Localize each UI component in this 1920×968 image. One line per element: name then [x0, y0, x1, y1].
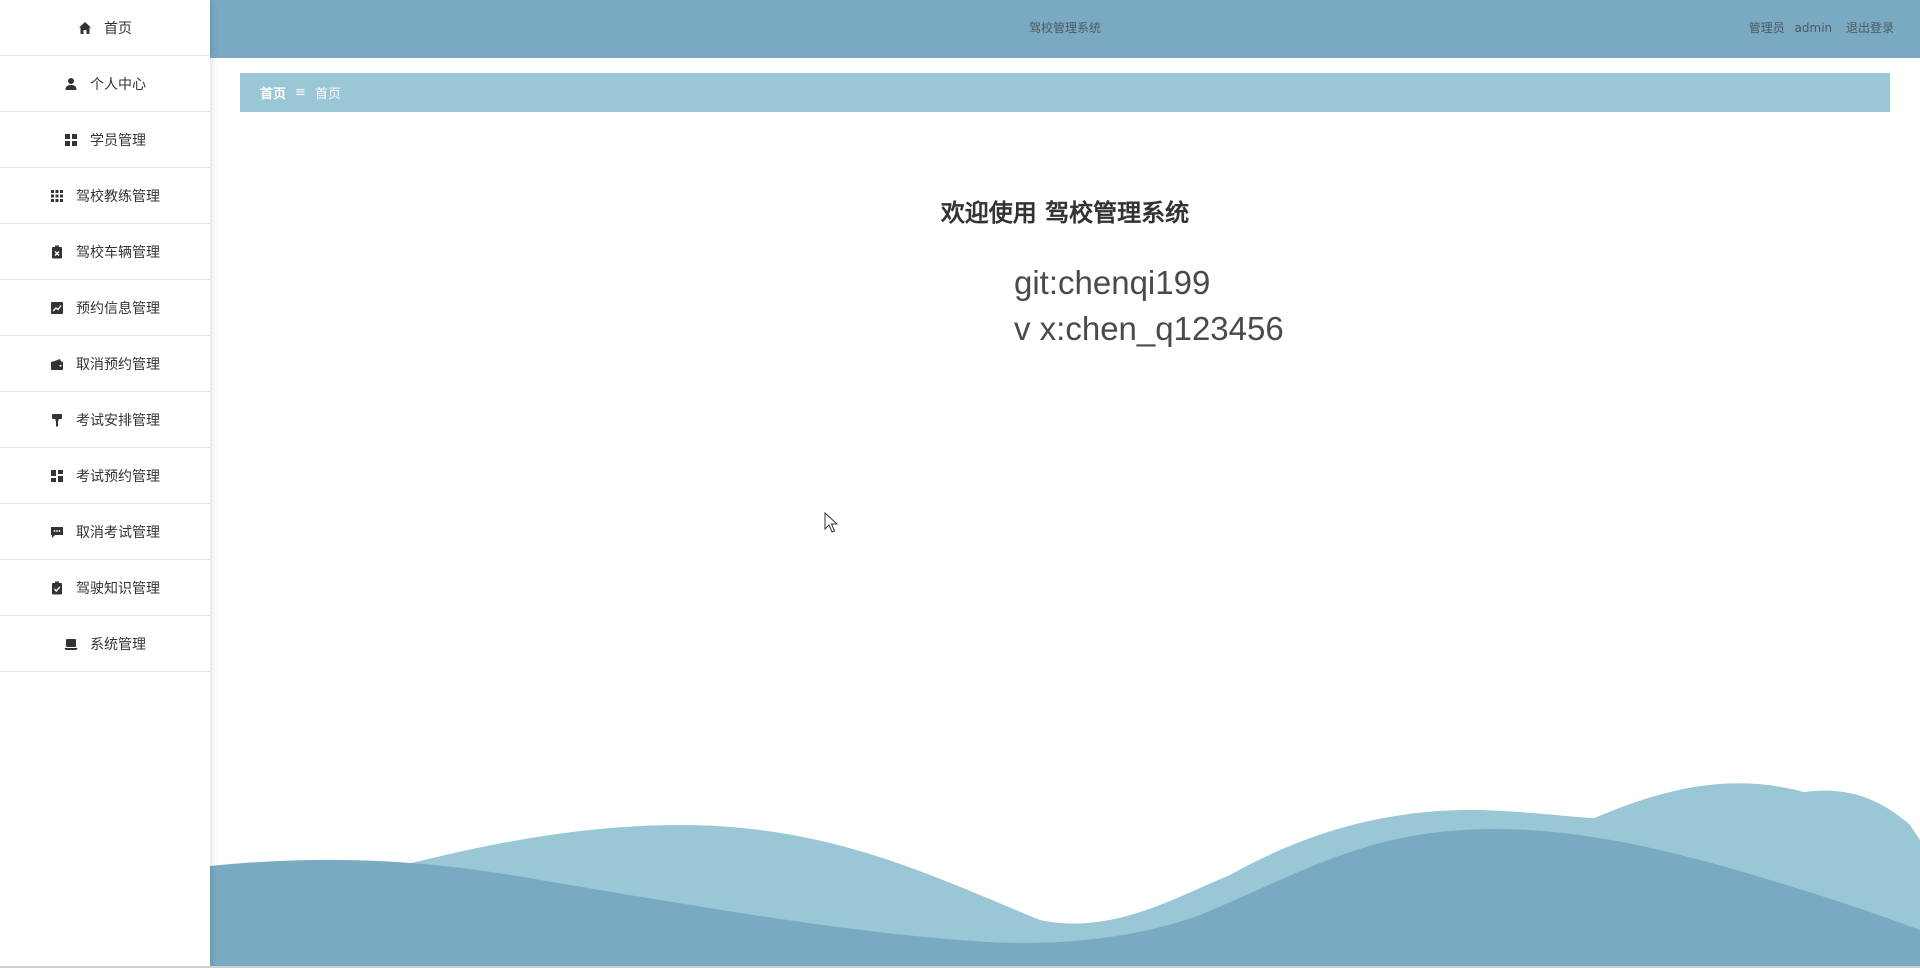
clipboard-x-icon [50, 245, 64, 259]
chat-icon [50, 525, 64, 539]
sidebar-item-profile[interactable]: 个人中心 [0, 56, 210, 112]
sidebar-item-exam-reservations[interactable]: 考试预约管理 [0, 448, 210, 504]
sidebar-item-vehicles[interactable]: 驾校车辆管理 [0, 224, 210, 280]
logout-link[interactable]: 退出登录 [1846, 21, 1894, 35]
clipboard-check-icon [50, 581, 64, 595]
wallet-icon [50, 357, 64, 371]
sidebar-item-exam-schedule[interactable]: 考试安排管理 [0, 392, 210, 448]
sidebar-item-label: 预约信息管理 [76, 300, 160, 317]
sidebar-item-label: 个人中心 [90, 76, 146, 93]
sidebar-item-system[interactable]: 系统管理 [0, 616, 210, 672]
dashboard-icon [50, 469, 64, 483]
sidebar-item-label: 首页 [104, 20, 132, 37]
sidebar: 首页 个人中心 学员管理 驾校教练管理 驾校车辆管理 预约信息管理 取消预约管理… [0, 0, 210, 968]
sidebar-item-label: 考试预约管理 [76, 468, 160, 485]
sidebar-item-label: 系统管理 [90, 636, 146, 653]
chart-icon [50, 301, 64, 315]
user-info: 管理员 admin 退出登录 [1743, 0, 1894, 56]
git-line: git:chenqi199 [1014, 264, 1211, 301]
sidebar-item-driving-knowledge[interactable]: 驾驶知识管理 [0, 560, 210, 616]
sidebar-item-students[interactable]: 学员管理 [0, 112, 210, 168]
username: admin [1794, 21, 1833, 35]
contact-info: git:chenqi199 v x:chen_q123456 [1014, 260, 1284, 352]
mouse-cursor [824, 512, 839, 533]
sidebar-item-label: 考试安排管理 [76, 412, 160, 429]
sidebar-item-cancel-reservations[interactable]: 取消预约管理 [0, 336, 210, 392]
sidebar-item-label: 取消考试管理 [76, 524, 160, 541]
home-icon [78, 21, 92, 35]
laptop-icon [64, 637, 78, 651]
app-title: 驾校管理系统 [1028, 21, 1101, 35]
paint-roller-icon [50, 413, 64, 427]
sidebar-item-home[interactable]: 首页 [0, 0, 210, 56]
role-label: 管理员 [1748, 21, 1785, 35]
sidebar-item-label: 学员管理 [90, 132, 146, 149]
sidebar-item-cancel-exams[interactable]: 取消考试管理 [0, 504, 210, 560]
wave-decoration [210, 783, 1920, 968]
breadcrumb-separator: ≡ [295, 85, 306, 100]
breadcrumb-item-current: 首页 [314, 87, 341, 102]
sidebar-item-label: 驾校教练管理 [76, 188, 160, 205]
breadcrumb-item-home[interactable]: 首页 [260, 83, 286, 102]
apps-icon [50, 189, 64, 203]
app-root: 首页 个人中心 学员管理 驾校教练管理 驾校车辆管理 预约信息管理 取消预约管理… [0, 0, 1920, 968]
welcome-heading: 欢迎使用 驾校管理系统 [940, 199, 1190, 227]
sidebar-item-label: 取消预约管理 [76, 356, 160, 373]
user-icon [64, 77, 78, 91]
sidebar-item-coaches[interactable]: 驾校教练管理 [0, 168, 210, 224]
breadcrumb: 首页 ≡ 首页 [240, 73, 1890, 112]
wx-line: v x:chen_q123456 [1014, 310, 1284, 347]
sidebar-item-label: 驾驶知识管理 [76, 580, 160, 597]
sidebar-item-label: 驾校车辆管理 [76, 244, 160, 261]
sidebar-item-reservations[interactable]: 预约信息管理 [0, 280, 210, 336]
grid-icon [64, 133, 78, 147]
top-header: 驾校管理系统 管理员 admin 退出登录 [210, 0, 1920, 58]
